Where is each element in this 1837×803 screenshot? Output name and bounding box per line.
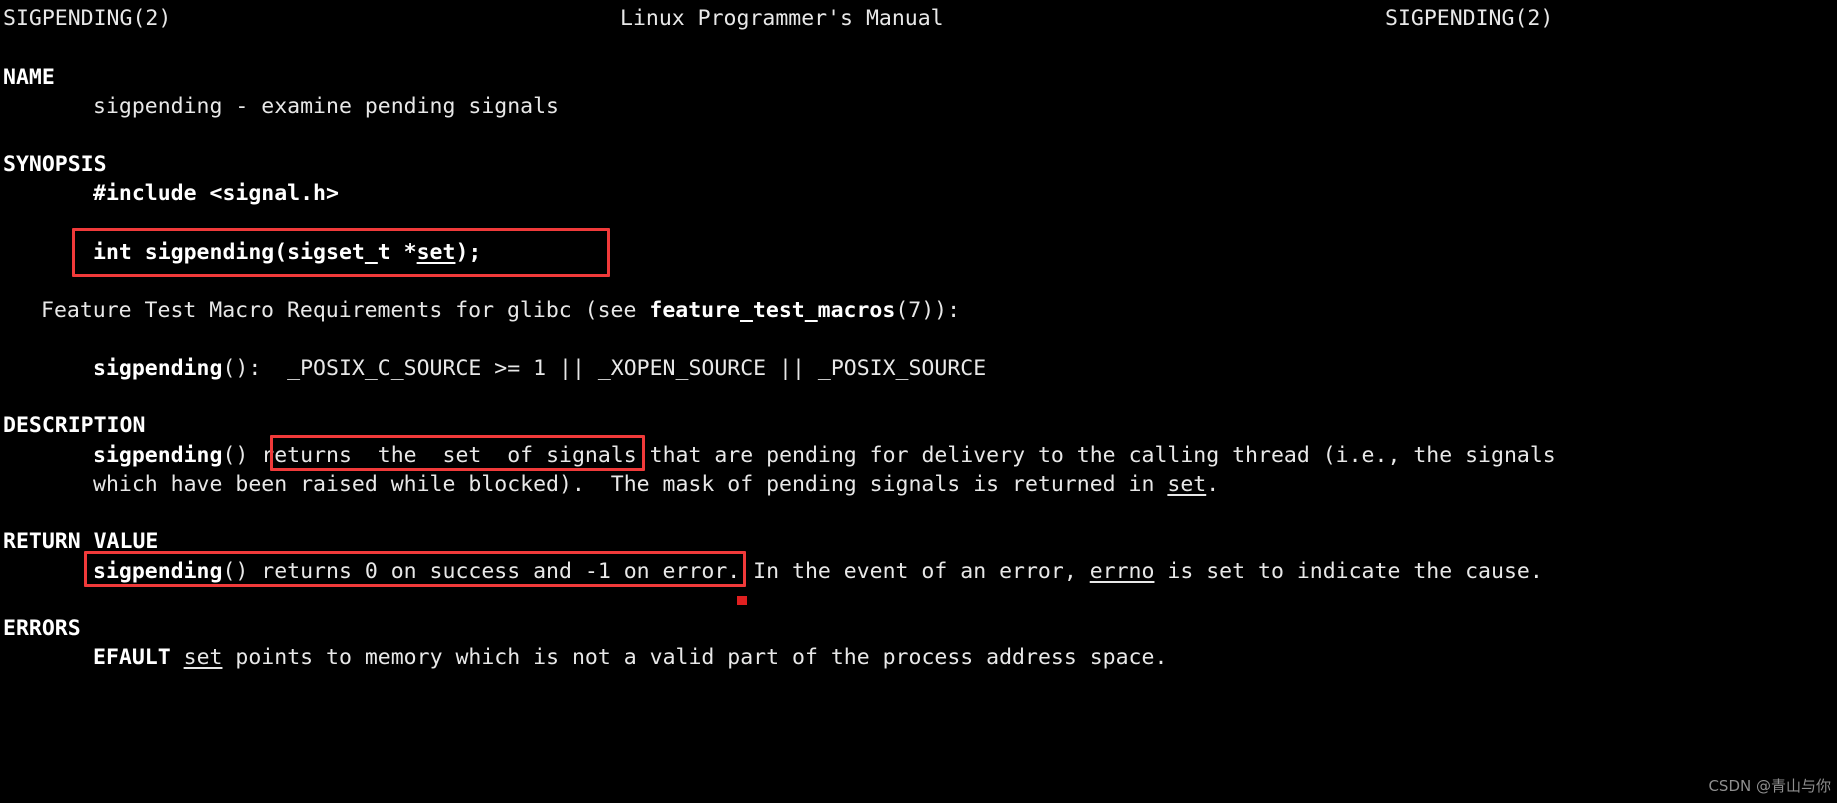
- synopsis-include-text: #include <signal.h>: [93, 181, 339, 206]
- name-body-text: sigpending - examine pending signals: [93, 94, 559, 119]
- synopsis-prototype-post: );: [455, 240, 482, 265]
- synopsis-macro-func: sigpending: [93, 356, 223, 381]
- return-value-rest-pre: In the event of an error,: [740, 559, 1090, 584]
- description-line1-rest: that are pending for delivery to the cal…: [636, 443, 1556, 468]
- csdn-watermark: CSDN @青山与你: [1708, 776, 1831, 795]
- description-boxed-phrase: returns the set of signals: [261, 443, 637, 468]
- red-cursor-mark-icon: [737, 596, 747, 605]
- description-line2-pre: which have been raised while blocked). T…: [93, 472, 1168, 497]
- errors-line: EFAULT set points to memory which is not…: [93, 643, 1167, 672]
- man-header-right: SIGPENDING(2): [1385, 6, 1554, 31]
- section-heading-errors-label: ERRORS: [3, 616, 81, 641]
- errors-text: points to memory which is not a valid pa…: [222, 645, 1168, 670]
- synopsis-feature-test-post: (7)):: [895, 298, 961, 323]
- synopsis-macro-rest: (): _POSIX_C_SOURCE >= 1 || _XOPEN_SOURC…: [222, 356, 987, 381]
- synopsis-prototype-pre: int sigpending(sigset_t *: [93, 240, 417, 265]
- man-header-center: Linux Programmer's Manual: [620, 6, 944, 31]
- section-heading-description: DESCRIPTION: [3, 411, 145, 440]
- terminal-window: SIGPENDING(2) Linux Programmer's Manual …: [0, 0, 1837, 803]
- synopsis-prototype: int sigpending(sigset_t *set);: [93, 238, 481, 267]
- synopsis-include: #include <signal.h>: [93, 179, 339, 208]
- section-heading-return-value-label: RETURN VALUE: [3, 529, 159, 554]
- description-func-parens: (): [222, 443, 262, 468]
- section-heading-synopsis-label: SYNOPSIS: [3, 152, 107, 177]
- section-heading-synopsis: SYNOPSIS: [3, 150, 107, 179]
- man-header: SIGPENDING(2): [3, 4, 171, 33]
- section-heading-description-label: DESCRIPTION: [3, 413, 146, 438]
- description-line-1: sigpending() returns the set of signals …: [93, 441, 1556, 470]
- description-line2-post: .: [1206, 472, 1220, 497]
- synopsis-prototype-arg: set: [416, 240, 456, 265]
- synopsis-feature-test: Feature Test Macro Requirements for glib…: [41, 296, 960, 325]
- name-body: sigpending - examine pending signals: [93, 92, 559, 121]
- description-line2-arg: set: [1167, 472, 1207, 497]
- man-header-left: SIGPENDING(2): [3, 6, 172, 31]
- return-value-func-name: sigpending: [93, 559, 223, 584]
- man-header-right-wrap: SIGPENDING(2): [1385, 4, 1553, 33]
- description-func-name: sigpending: [93, 443, 223, 468]
- description-line-2: which have been raised while blocked). T…: [93, 470, 1219, 499]
- synopsis-feature-test-link: feature_test_macros: [649, 298, 896, 323]
- return-value-rest-post: is set to indicate the cause.: [1154, 559, 1543, 584]
- man-header-center-wrap: Linux Programmer's Manual: [620, 4, 944, 33]
- synopsis-feature-test-pre: Feature Test Macro Requirements for glib…: [41, 298, 650, 323]
- section-heading-name-label: NAME: [3, 65, 55, 90]
- errors-arg: set: [183, 645, 223, 670]
- errors-space: [171, 645, 184, 670]
- section-heading-name: NAME: [3, 63, 55, 92]
- return-value-errno: errno: [1089, 559, 1155, 584]
- synopsis-macro-line: sigpending(): _POSIX_C_SOURCE >= 1 || _X…: [93, 354, 986, 383]
- section-heading-errors: ERRORS: [3, 614, 81, 643]
- return-value-boxed-text: () returns 0 on success and -1 on error.: [222, 559, 741, 584]
- errors-code: EFAULT: [93, 645, 171, 670]
- return-value-line: sigpending() returns 0 on success and -1…: [93, 557, 1543, 586]
- section-heading-return-value: RETURN VALUE: [3, 527, 158, 556]
